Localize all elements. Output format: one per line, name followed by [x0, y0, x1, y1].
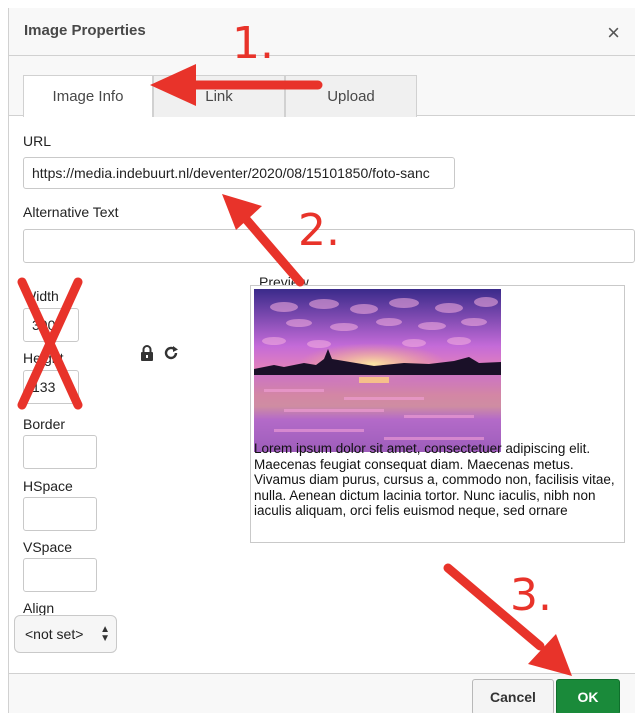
align-select[interactable]: <not set> ▲ ▼ [14, 615, 117, 653]
tab-bar: Image Info Link Upload [9, 56, 635, 117]
lock-icon[interactable] [140, 345, 154, 366]
url-input[interactable]: https://media.indebuurt.nl/deventer/2020… [23, 157, 455, 189]
tab-upload[interactable]: Upload [285, 75, 417, 117]
border-input[interactable] [23, 435, 97, 469]
height-input[interactable]: 133 [23, 370, 79, 404]
hspace-input[interactable] [23, 497, 97, 531]
border-label: Border [23, 416, 66, 432]
hspace-label: HSpace [23, 478, 73, 494]
select-arrows-icon: ▲ ▼ [100, 624, 110, 644]
height-label: Height [23, 350, 64, 366]
dialog-title: Image Properties [24, 22, 146, 39]
dialog-titlebar: Image Properties × [9, 8, 635, 56]
align-select-value: <not set> [25, 626, 84, 642]
preview-box: Lorem ipsum dolor sit amet, consectetuer… [250, 285, 625, 543]
preview-text: Lorem ipsum dolor sit amet, consectetuer… [254, 441, 615, 519]
close-icon[interactable]: × [607, 20, 620, 46]
reset-icon[interactable] [163, 345, 179, 366]
tab-image-info[interactable]: Image Info [23, 75, 153, 117]
ok-button[interactable]: OK [556, 679, 620, 713]
width-label: Width [23, 288, 59, 304]
vspace-label: VSpace [23, 539, 73, 555]
alt-text-label: Alternative Text [23, 204, 119, 220]
align-label: Align [23, 600, 55, 616]
vspace-input[interactable] [23, 558, 97, 592]
annotation-step-3: 3. [510, 570, 552, 621]
tab-link[interactable]: Link [153, 75, 285, 117]
cancel-button[interactable]: Cancel [472, 679, 554, 713]
annotation-step-2: 2. [298, 205, 340, 256]
width-input[interactable]: 300 [23, 308, 79, 342]
annotation-step-1: 1. [232, 18, 274, 69]
url-label: URL [23, 133, 52, 149]
